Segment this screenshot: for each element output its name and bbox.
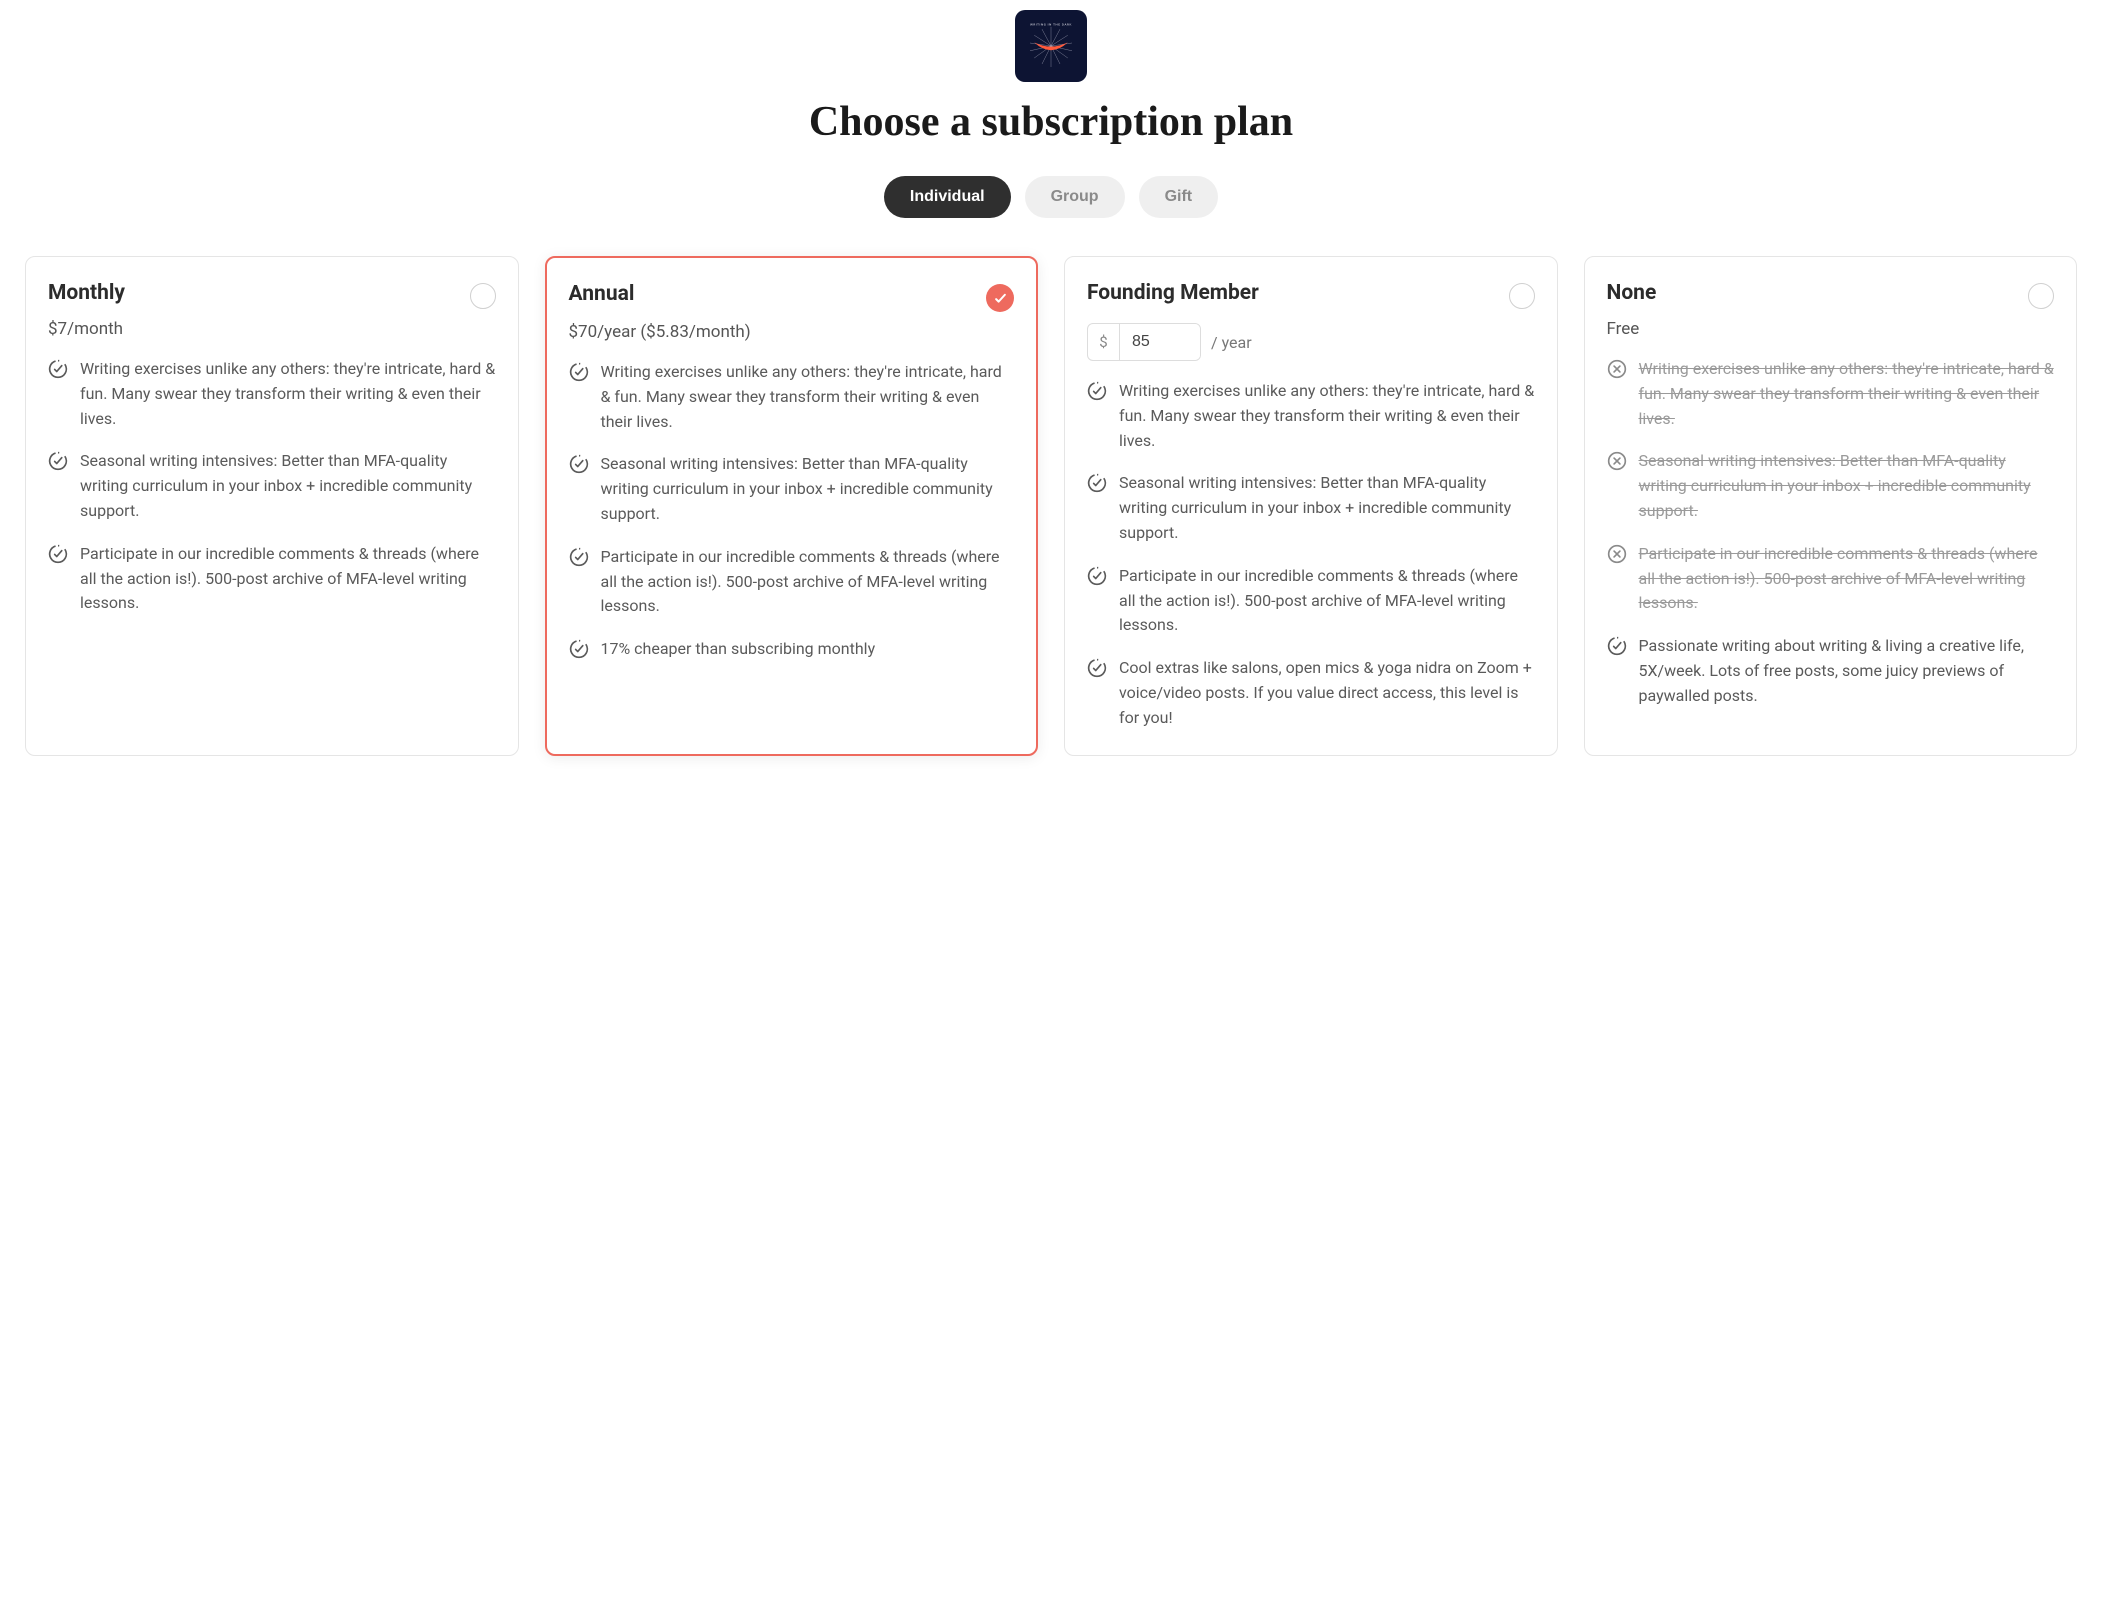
feature-text: Writing exercises unlike any others: the… [1639, 357, 2055, 431]
feature-text: 17% cheaper than subscribing monthly [601, 637, 876, 662]
feature-text: Cool extras like salons, open mics & yog… [1119, 656, 1535, 730]
check-circle-icon [1087, 473, 1107, 493]
feature-item: Writing exercises unlike any others: the… [1607, 357, 2055, 431]
feature-item: Seasonal writing intensives: Better than… [48, 449, 496, 523]
feature-text: Participate in our incredible comments &… [1639, 542, 2055, 616]
tab-individual[interactable]: Individual [884, 176, 1011, 218]
plan-monthly-features: Writing exercises unlike any others: the… [48, 357, 496, 616]
plan-annual-title: Annual [569, 282, 635, 306]
plan-founding-radio[interactable] [1509, 283, 1535, 309]
plan-none-price: Free [1607, 319, 2055, 339]
plan-none[interactable]: None Free Writing exercises unlike any o… [1584, 256, 2078, 756]
feature-text: Participate in our incredible comments &… [1119, 564, 1535, 638]
plan-annual-price: $70/year ($5.83/month) [569, 322, 1015, 342]
feature-item: Writing exercises unlike any others: the… [48, 357, 496, 431]
plan-founding-amount-input[interactable] [1120, 324, 1200, 360]
plan-monthly-title: Monthly [48, 281, 125, 305]
plan-none-features: Writing exercises unlike any others: the… [1607, 357, 2055, 709]
check-circle-icon [48, 359, 68, 379]
feature-text: Seasonal writing intensives: Better than… [1119, 471, 1535, 545]
check-circle-icon [569, 547, 589, 567]
x-circle-icon [1607, 359, 1627, 379]
feature-text: Participate in our incredible comments &… [80, 542, 496, 616]
check-circle-icon [569, 454, 589, 474]
feature-item: Participate in our incredible comments &… [48, 542, 496, 616]
feature-text: Participate in our incredible comments &… [601, 545, 1015, 619]
feature-text: Seasonal writing intensives: Better than… [1639, 449, 2055, 523]
plan-founding-per-year: / year [1211, 333, 1252, 352]
feature-item: Writing exercises unlike any others: the… [569, 360, 1015, 434]
x-circle-icon [1607, 451, 1627, 471]
feature-item: 17% cheaper than subscribing monthly [569, 637, 1015, 662]
x-circle-icon [1607, 544, 1627, 564]
page-title: Choose a subscription plan [25, 98, 2077, 146]
feature-item: Participate in our incredible comments &… [569, 545, 1015, 619]
check-circle-icon [569, 639, 589, 659]
feature-item: Participate in our incredible comments &… [1607, 542, 2055, 616]
plan-monthly-radio[interactable] [470, 283, 496, 309]
check-icon [993, 291, 1008, 306]
plan-none-title: None [1607, 281, 1657, 305]
feature-text: Writing exercises unlike any others: the… [1119, 379, 1535, 453]
feature-item: Passionate writing about writing & livin… [1607, 634, 2055, 708]
plan-founding[interactable]: Founding Member $ / year Writing exercis… [1064, 256, 1558, 756]
plan-monthly[interactable]: Monthly $7/month Writing exercises unlik… [25, 256, 519, 756]
svg-text:WRITING IN THE DARK: WRITING IN THE DARK [1030, 23, 1072, 27]
tab-gift[interactable]: Gift [1139, 176, 1219, 218]
plan-annual[interactable]: Annual $70/year ($5.83/month) Writing ex… [545, 256, 1039, 756]
plan-annual-features: Writing exercises unlike any others: the… [569, 360, 1015, 662]
check-circle-icon [1607, 636, 1627, 656]
plan-monthly-price: $7/month [48, 319, 496, 339]
feature-text: Writing exercises unlike any others: the… [601, 360, 1015, 434]
plan-annual-radio[interactable] [986, 284, 1014, 312]
plan-founding-title: Founding Member [1087, 281, 1259, 305]
plans-grid: Monthly $7/month Writing exercises unlik… [25, 256, 2077, 756]
feature-item: Seasonal writing intensives: Better than… [1607, 449, 2055, 523]
plan-founding-features: Writing exercises unlike any others: the… [1087, 379, 1535, 731]
tab-group[interactable]: Group [1025, 176, 1125, 218]
currency-label: $ [1088, 324, 1120, 360]
check-circle-icon [48, 451, 68, 471]
check-circle-icon [48, 544, 68, 564]
audience-tabs: Individual Group Gift [25, 176, 2077, 218]
feature-item: Participate in our incredible comments &… [1087, 564, 1535, 638]
feature-text: Writing exercises unlike any others: the… [80, 357, 496, 431]
feature-item: Seasonal writing intensives: Better than… [569, 452, 1015, 526]
check-circle-icon [1087, 658, 1107, 678]
brand-logo: WRITING IN THE DARK [1015, 10, 1087, 82]
feature-item: Cool extras like salons, open mics & yog… [1087, 656, 1535, 730]
check-circle-icon [1087, 381, 1107, 401]
plan-founding-price-input-wrap: $ [1087, 323, 1201, 361]
feature-text: Seasonal writing intensives: Better than… [80, 449, 496, 523]
feature-item: Writing exercises unlike any others: the… [1087, 379, 1535, 453]
plan-none-radio[interactable] [2028, 283, 2054, 309]
check-circle-icon [1087, 566, 1107, 586]
feature-text: Passionate writing about writing & livin… [1639, 634, 2055, 708]
feature-item: Seasonal writing intensives: Better than… [1087, 471, 1535, 545]
feature-text: Seasonal writing intensives: Better than… [601, 452, 1015, 526]
check-circle-icon [569, 362, 589, 382]
